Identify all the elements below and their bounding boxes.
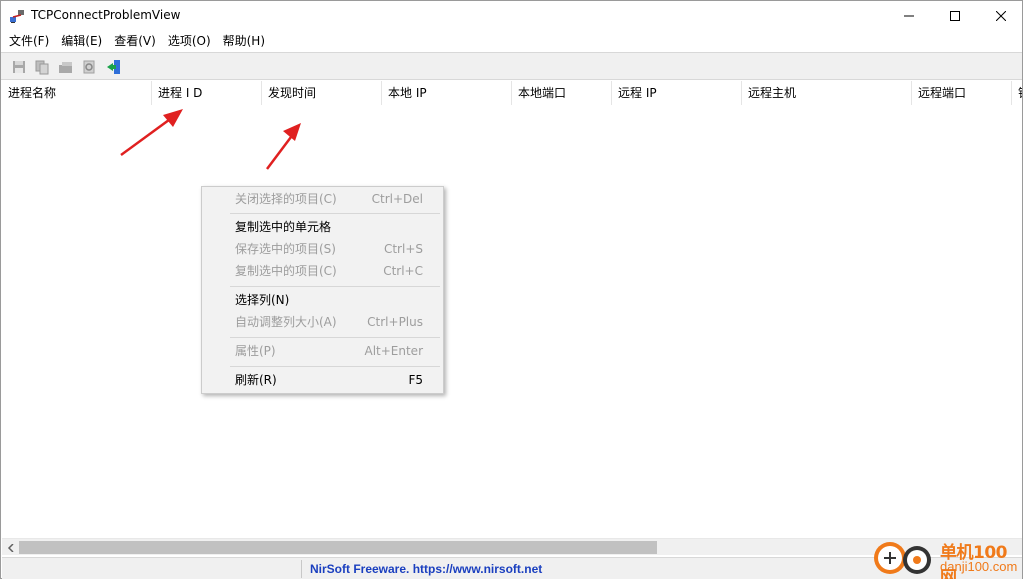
arrow-icon xyxy=(120,109,183,157)
title-bar: TCPConnectProblemView xyxy=(1,1,1022,31)
menu-separator xyxy=(230,366,440,367)
properties-icon xyxy=(59,62,72,73)
menu-separator xyxy=(230,337,440,338)
network-icon xyxy=(10,10,24,23)
window-title: TCPConnectProblemView xyxy=(31,8,181,22)
column-header[interactable]: 本地 IP xyxy=(382,81,512,105)
minimize-button[interactable] xyxy=(886,1,932,31)
horizontal-scrollbar[interactable] xyxy=(2,538,1022,555)
menu-options[interactable]: 选项(O) xyxy=(162,31,217,51)
column-header[interactable]: 本地端口 xyxy=(512,81,612,105)
toolbar xyxy=(1,52,1022,80)
status-panel xyxy=(2,560,302,578)
menu-item-close-selected[interactable]: 关闭选择的项目(C) Ctrl+Del xyxy=(202,188,443,210)
scrollbar-thumb[interactable] xyxy=(19,541,657,554)
save-button[interactable] xyxy=(9,57,29,77)
nirsoft-link[interactable]: NirSoft Freeware. https://www.nirsoft.ne… xyxy=(310,562,542,576)
find-icon xyxy=(83,60,95,74)
properties-button[interactable] xyxy=(56,57,76,77)
chevron-left-icon xyxy=(7,543,14,552)
menu-view[interactable]: 查看(V) xyxy=(108,31,162,51)
annotation-arrows xyxy=(120,109,301,170)
app-window: TCPConnectProblemView 文件(F) 编辑(E) 查看(V) … xyxy=(0,0,1023,579)
watermark-domain: danji100.com xyxy=(940,559,1018,574)
maximize-button[interactable] xyxy=(932,1,978,31)
close-button[interactable] xyxy=(978,1,1023,31)
scroll-left-button[interactable] xyxy=(2,539,19,556)
menu-file[interactable]: 文件(F) xyxy=(3,31,55,51)
status-bar: NirSoft Freeware. https://www.nirsoft.ne… xyxy=(2,557,1022,579)
watermark-logo-icon xyxy=(874,542,931,574)
menu-item-refresh[interactable]: 刷新(R) F5 xyxy=(202,369,443,391)
menu-edit[interactable]: 编辑(E) xyxy=(55,31,108,51)
exit-button[interactable] xyxy=(104,57,124,77)
find-button[interactable] xyxy=(79,57,99,77)
column-header[interactable]: 远程 IP xyxy=(612,81,742,105)
menu-item-copy-selected[interactable]: 复制选中的项目(C) Ctrl+C xyxy=(202,260,443,282)
menu-item-save-selected[interactable]: 保存选中的项目(S) Ctrl+S xyxy=(202,238,443,260)
copy-button[interactable] xyxy=(32,57,52,77)
maximize-icon xyxy=(950,11,960,21)
copy-icon xyxy=(35,60,49,75)
arrow-icon xyxy=(266,123,301,170)
menu-separator xyxy=(230,213,440,214)
menu-item-properties[interactable]: 属性(P) Alt+Enter xyxy=(202,340,443,362)
context-menu: 关闭选择的项目(C) Ctrl+Del 复制选中的单元格 保存选中的项目(S) … xyxy=(201,186,444,394)
menu-separator xyxy=(230,286,440,287)
minimize-icon xyxy=(904,15,914,17)
menu-help[interactable]: 帮助(H) xyxy=(217,31,271,51)
watermark: 单机100网 danji100.com xyxy=(872,538,1022,579)
menu-item-auto-size-columns[interactable]: 自动调整列大小(A) Ctrl+Plus xyxy=(202,311,443,333)
menu-item-choose-columns[interactable]: 选择列(N) xyxy=(202,289,443,311)
exit-icon xyxy=(107,60,120,74)
menu-bar: 文件(F) 编辑(E) 查看(V) 选项(O) 帮助(H) xyxy=(1,31,1022,51)
save-icon xyxy=(13,61,25,73)
column-header[interactable]: 远程端口 xyxy=(912,81,1012,105)
close-icon xyxy=(996,11,1006,21)
column-header[interactable]: 错 xyxy=(1012,81,1022,105)
column-header[interactable]: 远程主机 xyxy=(742,81,912,105)
menu-item-copy-cell[interactable]: 复制选中的单元格 xyxy=(202,216,443,238)
